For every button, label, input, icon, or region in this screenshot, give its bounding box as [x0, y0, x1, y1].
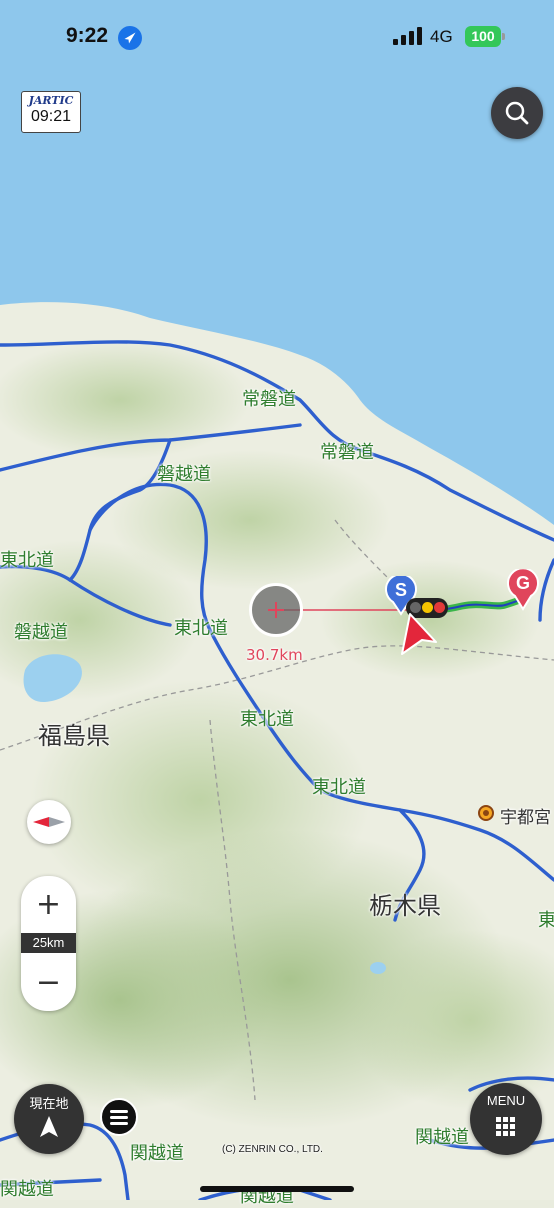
menu-label: MENU [486, 1093, 526, 1108]
road-label: 磐越道 [14, 622, 68, 643]
hamburger-icon [110, 1110, 128, 1125]
road-label: 常磐道 [242, 389, 296, 410]
jartic-logo: JARTIC [28, 94, 74, 107]
crosshair-icon [268, 602, 284, 618]
goal-marker[interactable]: G [506, 567, 540, 611]
prefecture-label: 福島県 [38, 722, 110, 750]
vehicle-position-icon [401, 613, 437, 655]
grid-icon [496, 1117, 515, 1136]
city-label: 宇都宮 [500, 808, 551, 828]
city-marker [478, 805, 494, 821]
road-label: 東北道 [174, 618, 228, 639]
menu-button[interactable]: MENU [470, 1083, 542, 1155]
road-label: 磐越道 [157, 464, 211, 485]
road-label: 関越道 [0, 1179, 54, 1200]
status-bar: 9:22 4G 100 [0, 0, 554, 76]
road-label: 関越道 [130, 1143, 184, 1164]
battery-level: 100 [465, 26, 501, 47]
zoom-control: + 25km − [21, 876, 76, 1011]
zoom-out-button[interactable]: − [21, 958, 76, 1008]
battery-tip [502, 33, 505, 40]
battery-icon: 100 [465, 26, 505, 47]
prefecture-label: 栃木県 [369, 892, 441, 920]
compass-icon [33, 817, 65, 827]
crosshair-marker[interactable] [249, 583, 303, 637]
search-icon [505, 101, 529, 125]
road-label: 東北道 [240, 709, 294, 730]
network-type: 4G [430, 27, 453, 46]
navigation-arrow-icon [40, 1116, 58, 1137]
traffic-info-badge[interactable]: JARTIC 09:21 [21, 91, 81, 133]
map-copyright: (C) ZENRIN CO., LTD. [222, 1144, 323, 1155]
distance-label: 30.7km [246, 646, 303, 664]
zoom-in-button[interactable]: + [21, 880, 76, 930]
layers-button[interactable] [100, 1098, 138, 1136]
traffic-info-time: 09:21 [30, 108, 72, 125]
goal-marker-label: G [515, 573, 530, 593]
search-button[interactable] [491, 87, 543, 139]
road-label: 常磐道 [320, 442, 374, 463]
signal-bars-icon [393, 27, 423, 45]
home-indicator[interactable] [200, 1186, 354, 1192]
road-label: 東北道 [0, 550, 54, 571]
location-arrow-icon [118, 26, 142, 50]
current-location-button[interactable]: 現在地 [14, 1084, 84, 1154]
road-label: 東 [538, 910, 554, 931]
compass-button[interactable] [27, 800, 71, 844]
map-scale: 25km [21, 933, 76, 953]
road-label: 関越道 [415, 1127, 469, 1148]
lake [370, 962, 386, 974]
road-label: 東北道 [312, 777, 366, 798]
current-location-label: 現在地 [29, 1097, 69, 1112]
status-time: 9:22 [66, 24, 109, 47]
